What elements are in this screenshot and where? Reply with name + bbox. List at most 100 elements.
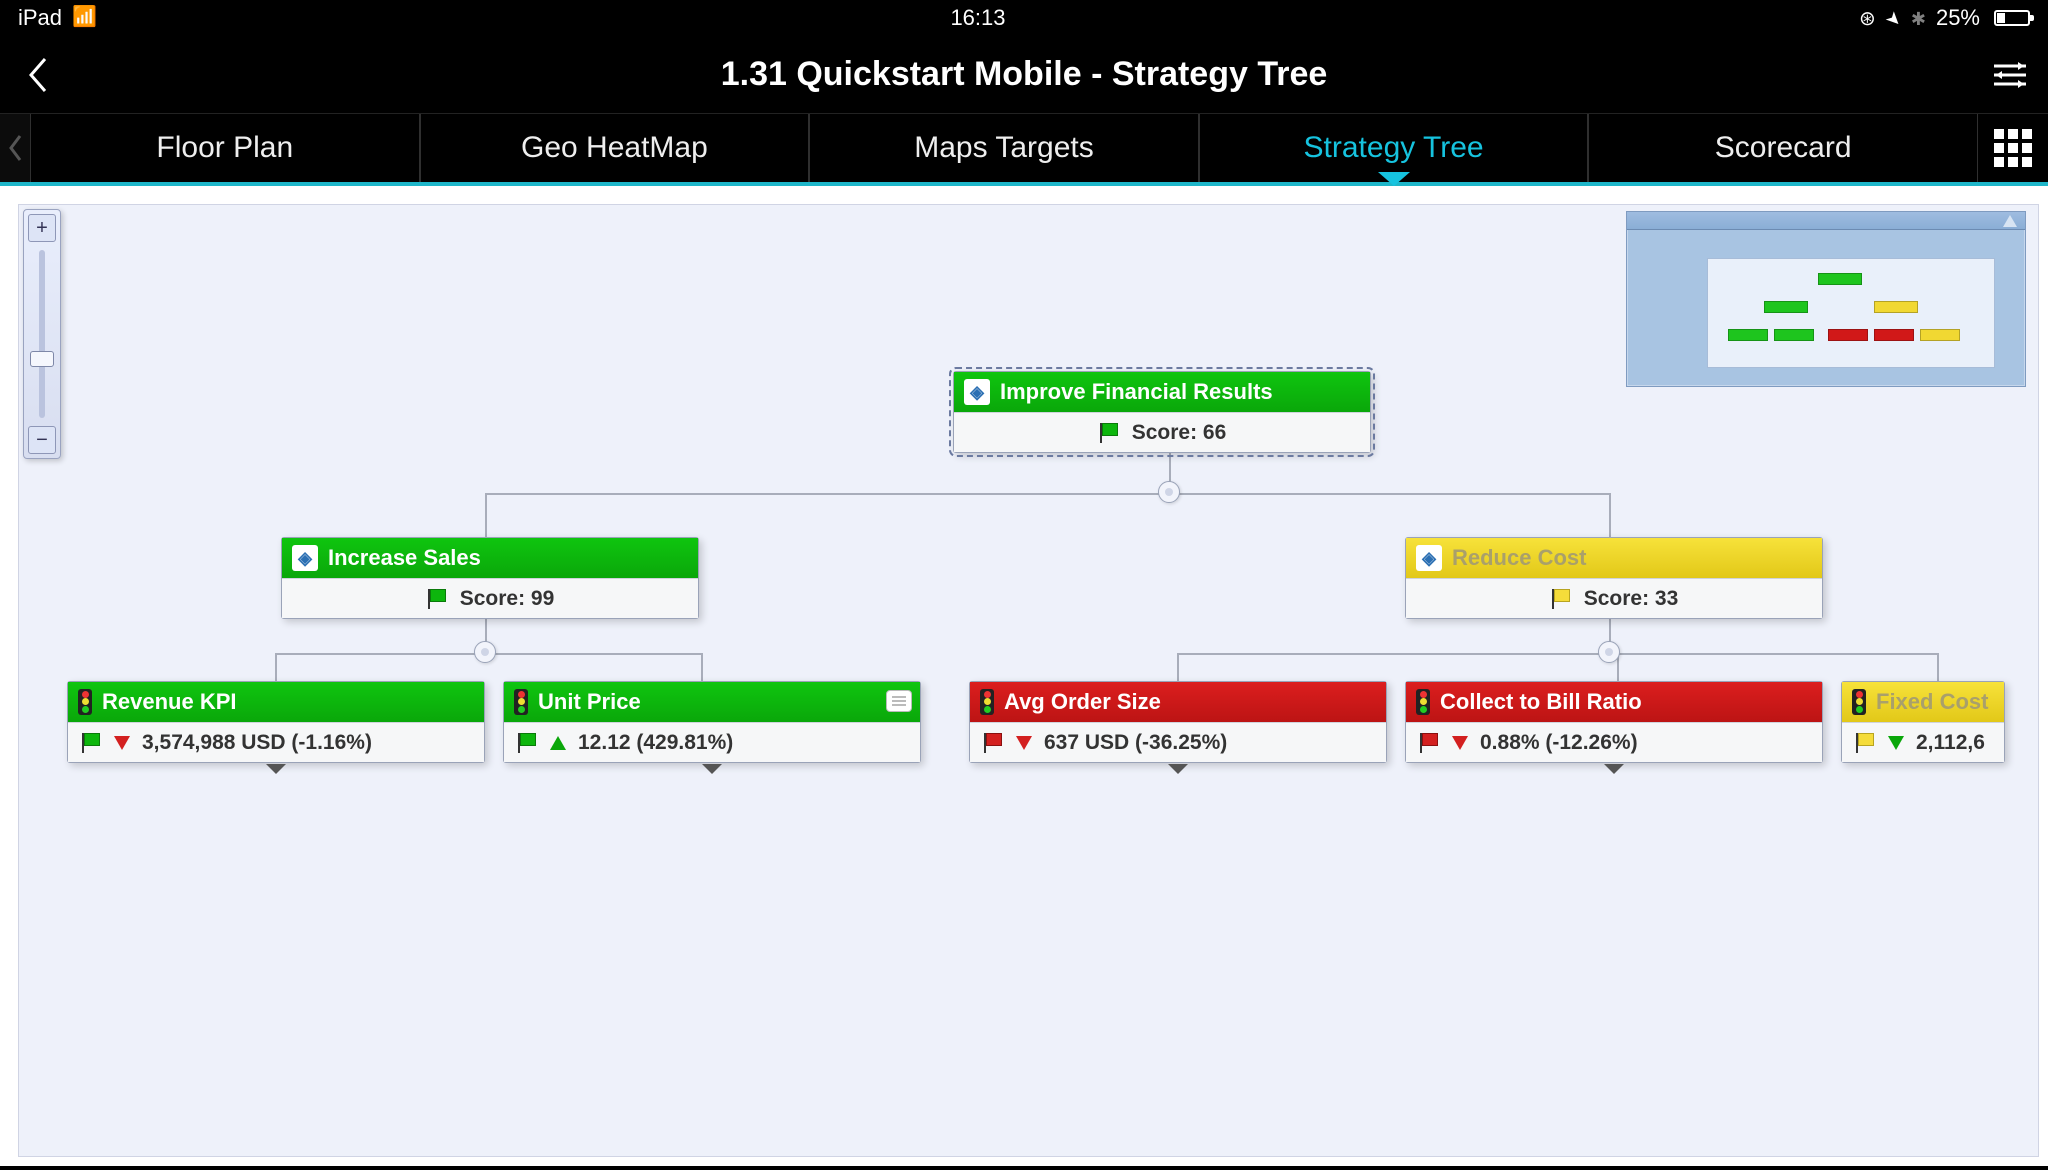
tab-strategy-tree[interactable]: Strategy Tree [1199,114,1589,182]
traffic-light-icon [1852,689,1866,715]
node-avg-order-size[interactable]: Avg Order Size 637 USD (-36.25%) [969,681,1387,763]
tab-maps-targets[interactable]: Maps Targets [809,114,1199,182]
device-label: iPad [18,5,62,31]
kpi-value: 0.88% (-12.26%) [1480,731,1638,755]
tab-scorecard[interactable]: Scorecard [1588,114,1978,182]
expand-toggle[interactable] [1604,764,1624,774]
tab-scroll-prev[interactable] [0,114,30,182]
minimap-viewport[interactable] [1707,258,1995,368]
flag-icon [80,732,102,754]
trend-down-icon [114,736,130,750]
kpi-value: 2,112,6 [1916,731,1985,755]
kpi-value: 3,574,988 USD (-1.16%) [142,731,372,755]
connector [485,493,1611,495]
minimap[interactable] [1626,211,2026,387]
expand-toggle[interactable] [1168,764,1188,774]
node-header: ◈ Improve Financial Results [954,372,1370,412]
objective-icon: ◈ [964,379,990,405]
trend-down-icon [1888,736,1904,750]
flag-icon [516,732,538,754]
connector-junction[interactable] [1158,481,1180,503]
app-navbar: 1.31 Quickstart Mobile - Strategy Tree [0,36,2048,114]
connector [485,493,487,537]
flag-icon [1418,732,1440,754]
node-collect-to-bill[interactable]: Collect to Bill Ratio 0.88% (-12.26%) [1405,681,1823,763]
node-fixed-cost[interactable]: Fixed Cost 2,112,6 [1841,681,2005,763]
flag-icon [1550,588,1572,610]
flag-icon [1098,422,1120,444]
node-header: ◈ Increase Sales [282,538,698,578]
node-title: Collect to Bill Ratio [1440,689,1642,715]
connector [701,653,703,681]
zoom-thumb[interactable] [30,351,54,367]
node-header: Unit Price [504,682,920,722]
zoom-in-button[interactable]: + [28,214,56,242]
location-icon [1886,5,1901,31]
flag-icon [982,732,1004,754]
node-title: Improve Financial Results [1000,379,1273,405]
traffic-light-icon [980,689,994,715]
connector [275,653,277,681]
minimap-titlebar[interactable] [1627,212,2025,230]
status-time: 16:13 [97,5,1859,31]
back-button[interactable] [18,55,58,95]
filter-button[interactable] [1990,55,2030,95]
node-reduce-cost[interactable]: ◈ Reduce Cost Score: 33 [1405,537,1823,619]
tab-label: Maps Targets [914,131,1094,165]
node-title: Increase Sales [328,545,481,571]
node-score: Score: 99 [460,587,555,611]
connector [1177,653,1179,681]
tab-geo-heatmap[interactable]: Geo HeatMap [420,114,810,182]
traffic-light-icon [78,689,92,715]
node-body: 2,112,6 [1842,722,2004,762]
objective-icon: ◈ [292,545,318,571]
minimap-collapse-icon [2003,215,2017,227]
connector-junction[interactable] [474,641,496,663]
node-header: Collect to Bill Ratio [1406,682,1822,722]
node-header: ◈ Reduce Cost [1406,538,1822,578]
tab-bar: Floor Plan Geo HeatMap Maps Targets Stra… [0,114,2048,186]
tab-label: Floor Plan [156,131,293,165]
kpi-value: 637 USD (-36.25%) [1044,731,1227,755]
node-body: 0.88% (-12.26%) [1406,722,1822,762]
page-title: 1.31 Quickstart Mobile - Strategy Tree [58,55,1990,94]
node-title: Unit Price [538,689,641,715]
flag-icon [1854,732,1876,754]
flag-icon [426,588,448,610]
connector [1937,653,1939,681]
expand-toggle[interactable] [702,764,722,774]
zoom-out-button[interactable]: − [28,426,56,454]
connector [1177,653,1937,655]
zoom-control: + − [23,209,61,459]
trend-down-icon [1452,736,1468,750]
tab-label: Geo HeatMap [521,131,708,165]
node-header: Fixed Cost [1842,682,2004,722]
tab-grid-button[interactable] [1978,114,2048,182]
node-improve-financial-results[interactable]: ◈ Improve Financial Results Score: 66 [953,371,1371,453]
trend-up-icon [550,736,566,750]
tab-label: Scorecard [1715,131,1852,165]
node-title: Avg Order Size [1004,689,1161,715]
node-unit-price[interactable]: Unit Price 12.12 (429.81%) [503,681,921,763]
node-body: 12.12 (429.81%) [504,722,920,762]
strategy-tree-canvas[interactable]: + − [18,204,2039,1157]
battery-percent: 25% [1936,5,1980,31]
node-increase-sales[interactable]: ◈ Increase Sales Score: 99 [281,537,699,619]
zoom-track[interactable] [39,250,45,418]
trend-down-icon [1016,736,1032,750]
ios-status-bar: iPad 16:13 25% [0,0,2048,36]
tab-floor-plan[interactable]: Floor Plan [30,114,420,182]
node-title: Fixed Cost [1876,689,1988,715]
orientation-lock-icon [1859,5,1876,31]
node-header: Revenue KPI [68,682,484,722]
node-header: Avg Order Size [970,682,1386,722]
expand-toggle[interactable] [266,764,286,774]
grid-icon [1994,129,2032,167]
node-revenue-kpi[interactable]: Revenue KPI 3,574,988 USD (-1.16%) [67,681,485,763]
connector-junction[interactable] [1598,641,1620,663]
battery-icon [1994,10,2030,26]
canvas-container: + − [0,186,2048,1166]
comment-icon[interactable] [886,690,912,712]
node-title: Reduce Cost [1452,545,1586,571]
node-body: 3,574,988 USD (-1.16%) [68,722,484,762]
